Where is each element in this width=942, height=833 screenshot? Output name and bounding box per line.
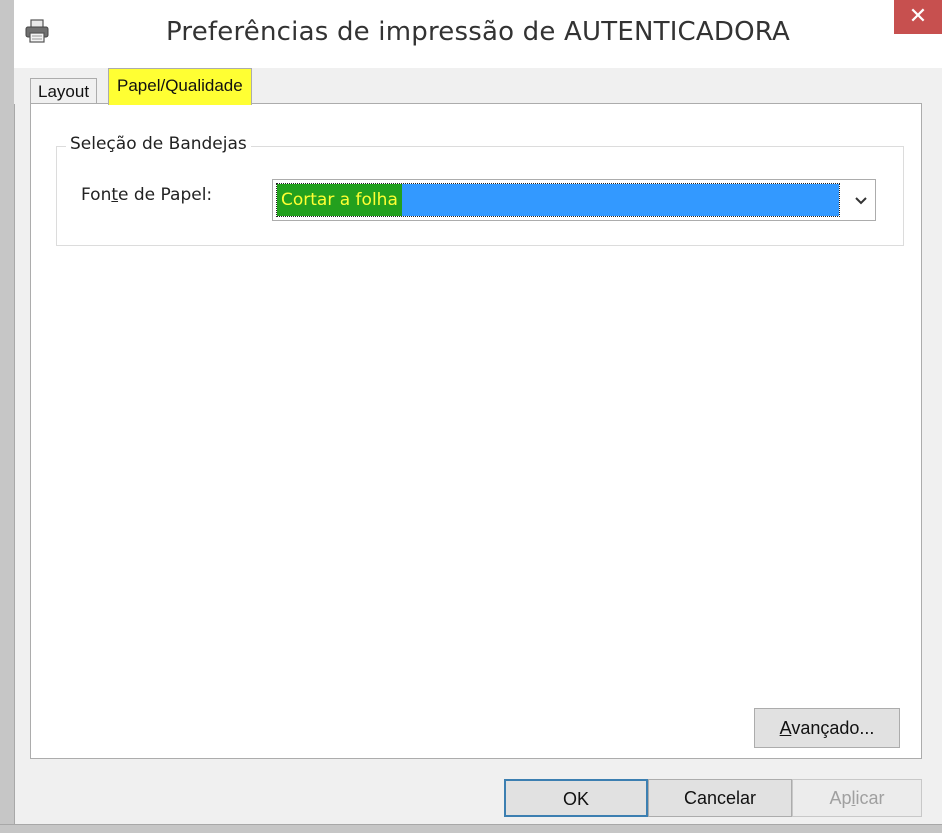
paper-source-label: Fonte de Papel: <box>81 185 213 205</box>
title-bar[interactable]: Preferências de impressão de AUTENTICADO… <box>14 0 942 68</box>
chevron-down-icon[interactable] <box>849 187 873 213</box>
window-left-edge <box>0 0 15 832</box>
close-icon: ✕ <box>908 4 928 29</box>
paper-source-dropdown[interactable]: Cortar a folha <box>272 179 876 221</box>
ok-button[interactable]: OK <box>504 779 648 817</box>
advanced-button[interactable]: Avançado... <box>754 708 900 748</box>
tray-selection-group: Seleção de Bandejas Fonte de Papel: Cort… <box>56 134 904 246</box>
apply-button[interactable]: Aplicar <box>792 779 922 817</box>
tab-layout[interactable]: Layout <box>30 78 98 105</box>
tab-papel-qualidade[interactable]: Papel/Qualidade <box>108 68 252 105</box>
tab-strip: Layout Papel/Qualidade <box>14 68 942 105</box>
tab-panel: Seleção de Bandejas Fonte de Papel: Cort… <box>30 103 922 759</box>
paper-source-value: Cortar a folha <box>277 184 402 216</box>
window-title: Preferências de impressão de AUTENTICADO… <box>166 17 790 47</box>
close-button[interactable]: ✕ <box>894 0 942 34</box>
group-legend: Seleção de Bandejas <box>66 134 251 154</box>
cancel-button[interactable]: Cancelar <box>648 779 792 817</box>
